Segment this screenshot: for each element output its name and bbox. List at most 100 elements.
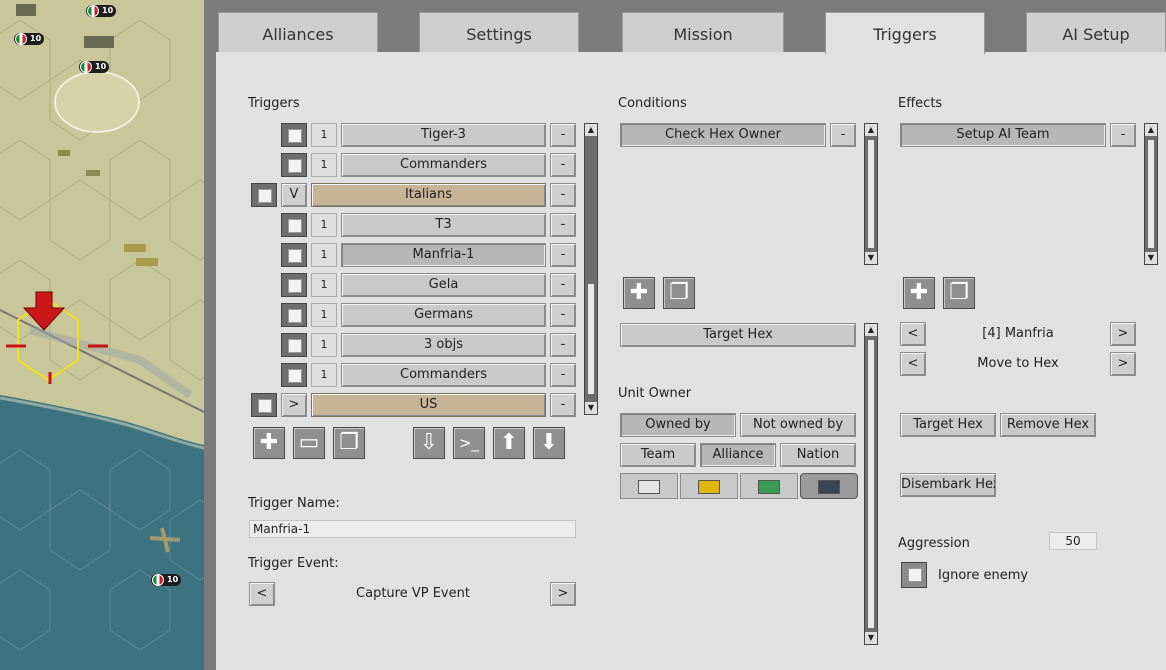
scroll-up-icon[interactable]: ▲ [865,124,877,136]
effect-target-hex-button[interactable]: Target Hex [900,413,996,437]
trigger-delete-button[interactable]: - [550,393,576,417]
unit-strength-badge[interactable]: 10 [14,33,45,45]
scroll-down-icon[interactable]: ▼ [865,252,877,264]
trigger-item[interactable]: Gela [341,273,546,297]
tab-ai-setup[interactable]: AI Setup [1026,12,1166,52]
trigger-delete-button[interactable]: - [550,273,576,297]
trigger-checkbox[interactable] [281,333,307,357]
scroll-down-icon[interactable]: ▼ [1145,252,1157,264]
plus-icon[interactable]: ✚ [253,427,285,459]
nation-toggle[interactable]: Nation [780,443,856,467]
folder-icon[interactable]: ▭ [293,427,325,459]
arrow-up-icon[interactable]: ⬆ [493,427,525,459]
owned-by-toggle[interactable]: Owned by [620,413,736,437]
action-prev-button[interactable]: < [900,352,926,376]
trigger-group-item[interactable]: Italians [311,183,546,207]
trigger-item-selected[interactable]: Manfria-1 [341,243,546,267]
tab-alliances[interactable]: Alliances [218,12,378,52]
scroll-down-icon[interactable]: ▼ [585,402,597,414]
trigger-checkbox[interactable] [281,303,307,327]
italy-flag-icon [80,61,92,73]
scroll-up-icon[interactable]: ▲ [1145,124,1157,136]
scroll-down-icon[interactable]: ▼ [865,632,877,644]
trigger-delete-button[interactable]: - [550,363,576,387]
scroll-thumb[interactable] [1148,140,1154,248]
target-next-button[interactable]: > [1110,322,1136,346]
trigger-delete-button[interactable]: - [550,123,576,147]
unit-strength-badge[interactable]: 10 [86,5,117,17]
team-color-swatch-selected[interactable] [800,473,858,499]
trigger-item[interactable]: T3 [341,213,546,237]
trigger-delete-button[interactable]: - [550,183,576,207]
trigger-delete-button[interactable]: - [550,303,576,327]
console-icon[interactable]: >_ [453,427,485,459]
trigger-event-value: Capture VP Event [356,586,470,601]
trigger-delete-button[interactable]: - [550,213,576,237]
trigger-name-input[interactable]: Manfria-1 [249,520,576,538]
ignore-enemy-checkbox[interactable] [901,562,927,588]
trigger-item[interactable]: Commanders [341,153,546,177]
scroll-thumb[interactable] [868,140,874,248]
trigger-index: 1 [311,303,337,327]
trigger-checkbox[interactable] [281,153,307,177]
trigger-delete-button[interactable]: - [550,333,576,357]
group-toggle-button[interactable]: > [281,393,307,417]
trigger-item[interactable]: Commanders [341,363,546,387]
conditions-scrollbar[interactable]: ▲ ▼ [864,123,878,265]
tab-triggers[interactable]: Triggers [825,12,985,54]
tab-mission[interactable]: Mission [622,12,784,52]
trigger-delete-button[interactable]: - [550,243,576,267]
trigger-item[interactable]: Tiger-3 [341,123,546,147]
hex-map [0,0,204,670]
team-color-swatch[interactable] [680,473,738,499]
trigger-item[interactable]: 3 objs [341,333,546,357]
tab-settings[interactable]: Settings [419,12,579,52]
trigger-group-checkbox[interactable] [251,183,277,207]
condition-params-scrollbar[interactable]: ▲ ▼ [864,323,878,645]
condition-delete-button[interactable]: - [830,123,856,147]
condition-item-selected[interactable]: Check Hex Owner [620,123,826,147]
triggers-scrollbar[interactable]: ▲ ▼ [584,123,598,415]
scroll-thumb[interactable] [868,340,874,628]
event-prev-button[interactable]: < [249,582,275,606]
scroll-up-icon[interactable]: ▲ [585,124,597,136]
trigger-checkbox[interactable] [281,363,307,387]
group-toggle-button[interactable]: V [281,183,307,207]
copy-effect-icon[interactable]: ❐ [943,277,975,309]
aggression-input[interactable]: 50 [1049,532,1097,550]
trigger-delete-button[interactable]: - [550,153,576,177]
effect-delete-button[interactable]: - [1110,123,1136,147]
event-next-button[interactable]: > [550,582,576,606]
alliance-toggle[interactable]: Alliance [700,443,776,467]
unit-strength-badge[interactable]: 10 [79,61,110,73]
remove-hex-button[interactable]: Remove Hex [1000,413,1096,437]
trigger-group-checkbox[interactable] [251,393,277,417]
scroll-up-icon[interactable]: ▲ [865,324,877,336]
add-condition-icon[interactable]: ✚ [623,277,655,309]
target-hex-button[interactable]: Target Hex [620,323,856,347]
trigger-checkbox[interactable] [281,273,307,297]
team-color-swatch[interactable] [620,473,678,499]
add-effect-icon[interactable]: ✚ [903,277,935,309]
trigger-checkbox[interactable] [281,213,307,237]
arrow-down-icon[interactable]: ⬇ [533,427,565,459]
trigger-checkbox[interactable] [281,123,307,147]
team-color-swatch[interactable] [740,473,798,499]
trigger-index: 1 [311,243,337,267]
import-icon[interactable]: ⇩ [413,427,445,459]
trigger-group-item[interactable]: US [311,393,546,417]
effect-item-selected[interactable]: Setup AI Team [900,123,1106,147]
trigger-item[interactable]: Germans [341,303,546,327]
trigger-checkbox[interactable] [281,243,307,267]
effects-scrollbar[interactable]: ▲ ▼ [1144,123,1158,265]
target-prev-button[interactable]: < [900,322,926,346]
copy-icon[interactable]: ❐ [333,427,365,459]
map-view[interactable]: 10 10 10 10 [0,0,204,670]
unit-strength-badge[interactable]: 10 [151,574,182,586]
not-owned-by-toggle[interactable]: Not owned by [740,413,856,437]
action-next-button[interactable]: > [1110,352,1136,376]
copy-condition-icon[interactable]: ❐ [663,277,695,309]
team-toggle[interactable]: Team [620,443,696,467]
disembark-hex-button[interactable]: Disembark Hex [900,473,996,497]
scroll-thumb[interactable] [588,284,594,394]
